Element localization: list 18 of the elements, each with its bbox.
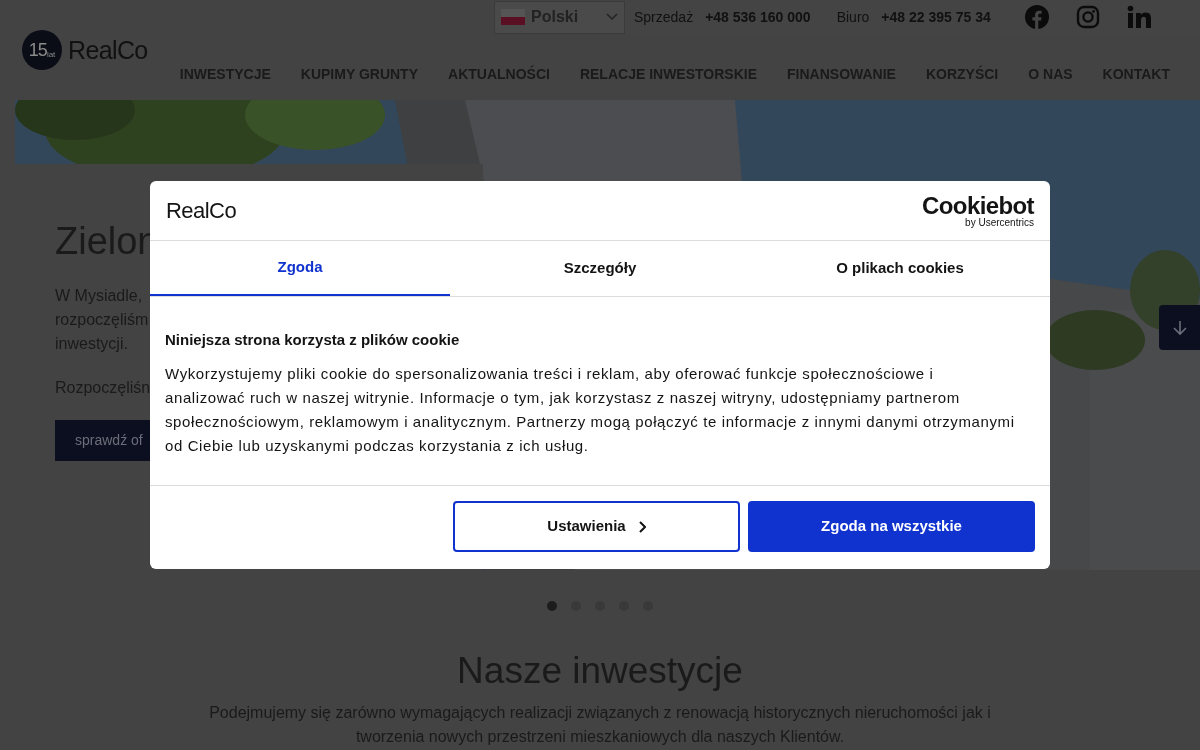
arrow-down-icon	[1172, 319, 1187, 336]
dialog-button[interactable]: Ustawienia	[453, 501, 740, 552]
dialog-tab[interactable]: Zgoda	[150, 241, 450, 296]
logo-badge[interactable]: 15lat	[22, 30, 62, 70]
instagram-icon[interactable]	[1075, 5, 1100, 29]
facebook-icon[interactable]	[1024, 5, 1049, 29]
provider-logo[interactable]: Cookiebot	[922, 193, 1034, 218]
chevron-down-icon	[606, 13, 618, 21]
dialog-heading: Niniejsza strona korzysta z plików cookie	[165, 330, 461, 350]
scroll-down-button[interactable]	[1159, 305, 1200, 350]
chevron-right-icon	[637, 520, 646, 533]
provider-subtitle: by Usercentrics	[965, 217, 1034, 228]
linkedin-icon[interactable]	[1126, 5, 1151, 29]
dialog-button[interactable]: Zgoda na wszystkie	[748, 501, 1035, 552]
dialog-tab[interactable]: O plikach cookies	[750, 241, 1050, 296]
flag-icon	[501, 9, 525, 25]
dialog-tab[interactable]: Szczegóły	[450, 241, 750, 296]
brand-logo: RealCo	[166, 197, 237, 225]
